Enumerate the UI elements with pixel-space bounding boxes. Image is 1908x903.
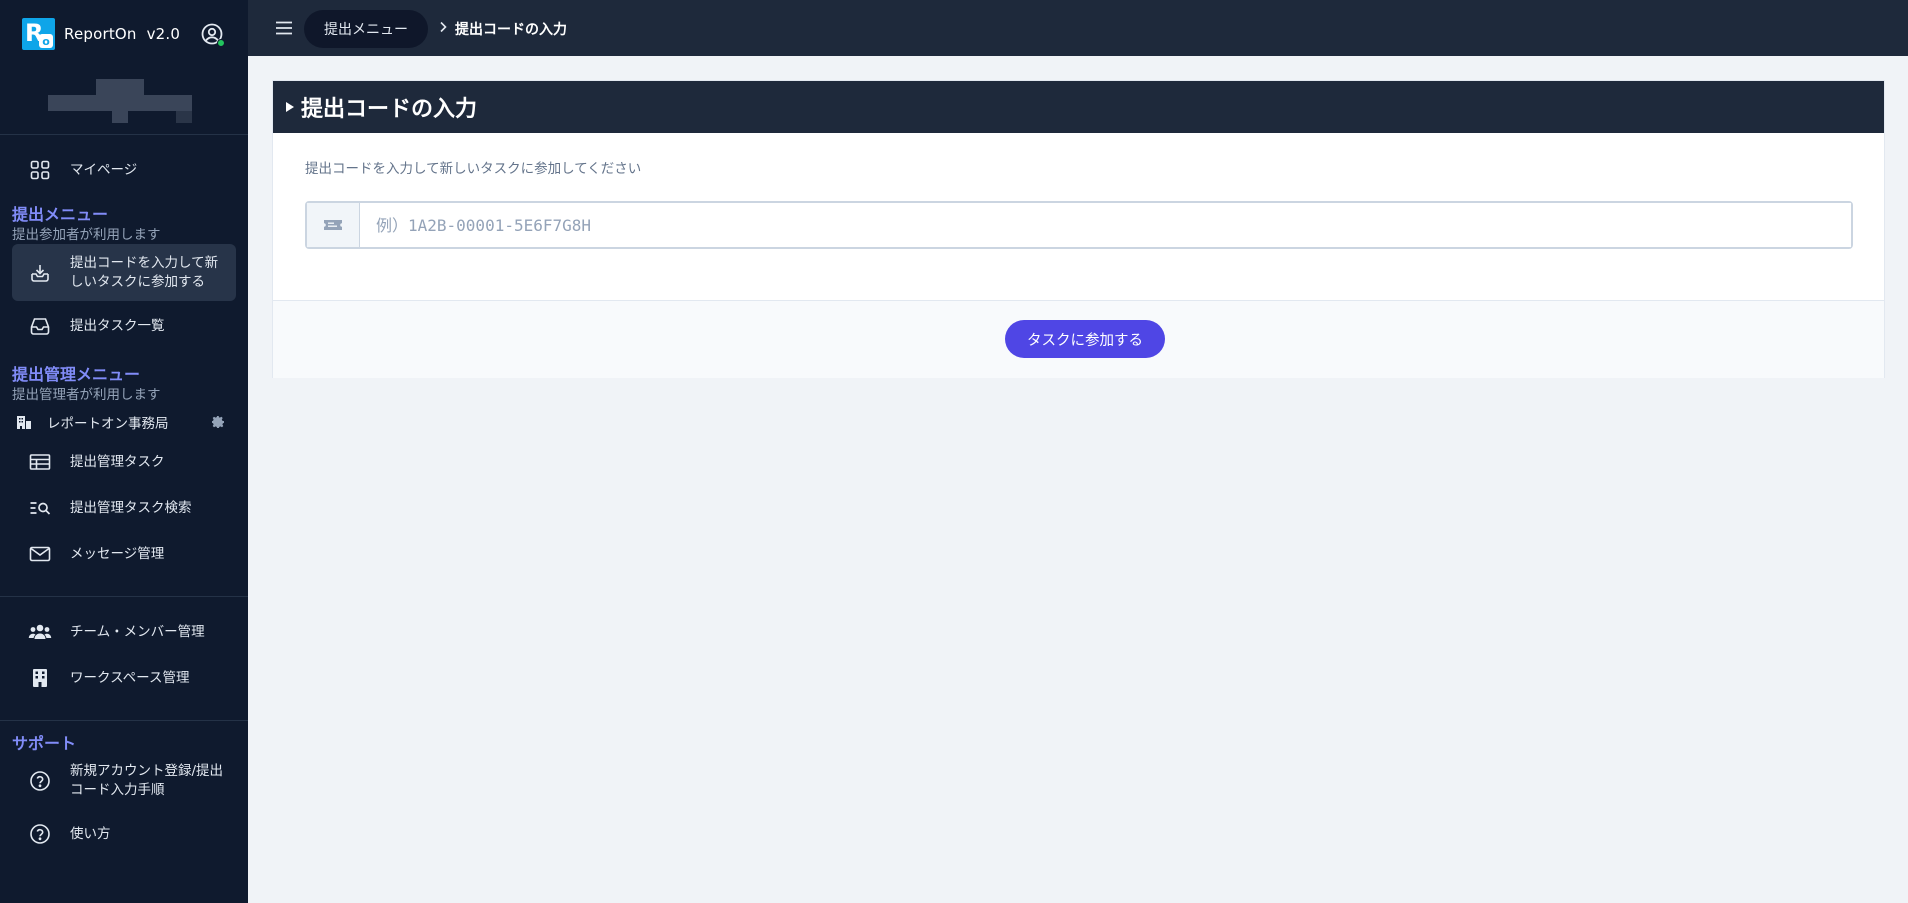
sidebar-item-mypage[interactable]: マイページ bbox=[12, 158, 236, 182]
topbar: 提出メニュー 提出コードの入力 bbox=[248, 0, 1908, 56]
ticket-icon bbox=[307, 203, 360, 247]
sidebar-item-label: 提出管理タスク検索 bbox=[70, 499, 192, 516]
triangle-right-icon bbox=[286, 102, 294, 112]
gear-icon[interactable] bbox=[210, 414, 226, 430]
sidebar-item-submit-tasks[interactable]: 提出タスク一覧 bbox=[12, 314, 236, 338]
app-version: v2.0 bbox=[146, 25, 181, 43]
section-subtitle-admin: 提出管理者が利用します bbox=[12, 387, 161, 403]
sidebar-item-join-task[interactable]: 提出コードを入力して新しいタスクに参加する bbox=[12, 244, 236, 301]
sidebar-item-label: 提出管理タスク bbox=[70, 453, 165, 470]
join-task-button[interactable]: タスクに参加する bbox=[1005, 320, 1165, 358]
reporton-logo: Ro bbox=[22, 18, 55, 50]
breadcrumb-parent[interactable]: 提出メニュー bbox=[304, 10, 428, 48]
brand[interactable]: Ro ReportOn v2.0 bbox=[22, 18, 180, 50]
submit-code-card: 提出コードの入力 提出コードを入力して新しいタスクに参加してください タスクに参… bbox=[272, 80, 1885, 378]
sidebar-item-label: 提出コードを入力して新しいタスクに参加する bbox=[70, 254, 219, 290]
card-description: 提出コードを入力して新しいタスクに参加してください bbox=[305, 161, 642, 177]
user-account-button[interactable] bbox=[200, 22, 225, 47]
help-circle-icon bbox=[28, 822, 52, 846]
sidebar-item-team-members[interactable]: チーム・メンバー管理 bbox=[12, 620, 236, 644]
app-name: ReportOn bbox=[64, 25, 137, 43]
sidebar-item-label: 新規アカウント登録/提出コード入力手順 bbox=[70, 763, 224, 798]
section-title-admin: 提出管理メニュー bbox=[12, 365, 141, 384]
inbox-download-icon bbox=[28, 261, 52, 285]
grid-icon bbox=[28, 158, 52, 182]
sidebar-item-message-management[interactable]: メッセージ管理 bbox=[12, 542, 236, 566]
sidebar: Ro ReportOn v2.0 マイページ 提出メニュー 提出参加者が利用しま… bbox=[0, 0, 248, 903]
section-title-submit: 提出メニュー bbox=[12, 205, 109, 224]
submit-code-field bbox=[305, 201, 1853, 249]
building-icon bbox=[17, 416, 31, 429]
envelope-icon bbox=[28, 542, 52, 566]
office-building-icon bbox=[28, 666, 52, 690]
inbox-icon bbox=[28, 314, 52, 338]
sidebar-item-how-to-use[interactable]: 使い方 bbox=[12, 822, 236, 846]
sidebar-item-label: 提出タスク一覧 bbox=[70, 317, 165, 334]
section-subtitle-submit: 提出参加者が利用します bbox=[12, 227, 161, 243]
list-search-icon bbox=[28, 496, 52, 520]
submit-code-input[interactable] bbox=[360, 203, 1851, 247]
sidebar-item-registration-guide[interactable]: 新規アカウント登録/提出コード入力手順 bbox=[12, 760, 236, 802]
hamburger-icon bbox=[276, 21, 292, 35]
online-status-dot bbox=[217, 39, 225, 47]
sidebar-divider bbox=[0, 720, 248, 721]
page-title: 提出コードの入力 bbox=[301, 97, 478, 122]
organization-name: レポートオン事務局 bbox=[47, 416, 169, 432]
sidebar-item-admin-tasks[interactable]: 提出管理タスク bbox=[12, 450, 236, 474]
table-icon bbox=[28, 450, 52, 474]
organization-selector[interactable]: レポートオン事務局 bbox=[16, 412, 226, 432]
sidebar-item-label: マイページ bbox=[70, 161, 138, 178]
breadcrumb-current: 提出コードの入力 bbox=[455, 22, 567, 38]
user-info-redacted bbox=[48, 79, 192, 127]
card-footer: タスクに参加する bbox=[273, 300, 1884, 378]
sidebar-item-admin-task-search[interactable]: 提出管理タスク検索 bbox=[12, 496, 236, 520]
sidebar-item-label: ワークスペース管理 bbox=[70, 669, 190, 686]
users-icon bbox=[28, 620, 52, 644]
sidebar-item-workspace[interactable]: ワークスペース管理 bbox=[12, 666, 236, 690]
sidebar-item-label: メッセージ管理 bbox=[70, 545, 165, 562]
section-title-support: サポート bbox=[12, 734, 77, 753]
sidebar-item-label: チーム・メンバー管理 bbox=[70, 623, 205, 640]
help-circle-icon bbox=[28, 769, 52, 793]
sidebar-divider bbox=[0, 596, 248, 597]
sidebar-divider bbox=[0, 134, 248, 135]
chevron-right-icon bbox=[440, 21, 447, 33]
card-header: 提出コードの入力 bbox=[273, 81, 1884, 133]
sidebar-item-label: 使い方 bbox=[70, 825, 111, 842]
menu-toggle-button[interactable] bbox=[274, 18, 294, 38]
